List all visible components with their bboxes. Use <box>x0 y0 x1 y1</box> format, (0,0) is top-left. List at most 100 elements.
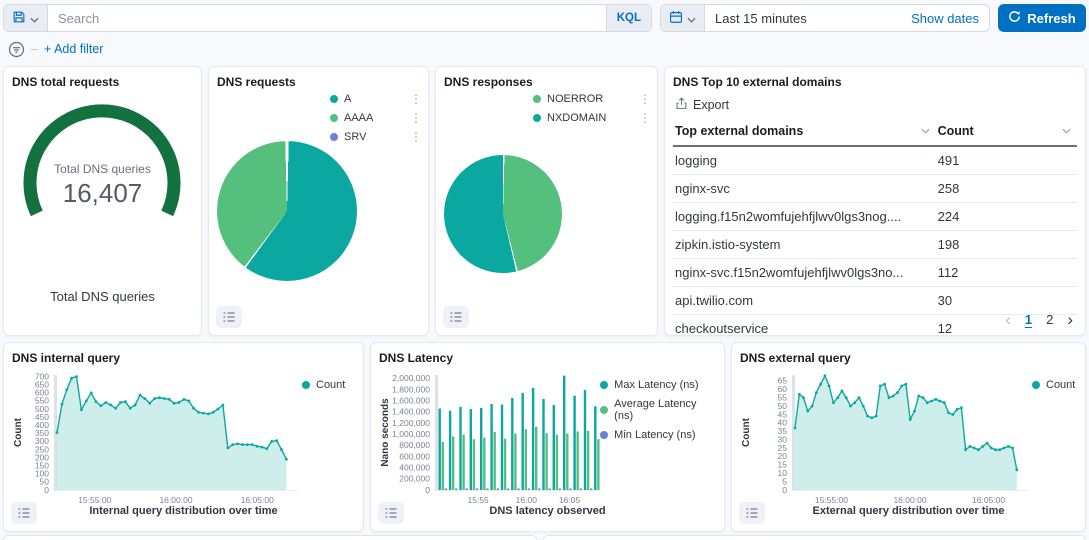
refresh-button[interactable]: Refresh <box>998 4 1086 32</box>
legend-dot <box>600 381 608 389</box>
time-picker: Last 15 minutes Show dates <box>660 4 990 32</box>
legend-actions-icon[interactable]: ⋮ <box>621 94 651 104</box>
svg-text:1,800,000: 1,800,000 <box>392 384 430 394</box>
legend-label: NXDOMAIN <box>547 112 615 124</box>
panel-title: DNS external query <box>740 351 1077 365</box>
legend-item-srv[interactable]: SRV ⋮ <box>330 131 422 143</box>
legend-label: Average Latency (ns) <box>614 398 716 422</box>
calendar-icon <box>669 10 683 27</box>
legend-toggle-button[interactable] <box>443 306 469 328</box>
svg-text:600,000: 600,000 <box>399 451 430 461</box>
table-row: nginx-svc.f15n2womfujehfjlwv0lgs3no...11… <box>673 259 1077 287</box>
legend-item-average-latency[interactable]: Average Latency (ns) <box>600 398 716 422</box>
panel-dns-total-requests: DNS total requests Total DNS queries 16,… <box>3 66 202 336</box>
legend-item-aaaa[interactable]: AAAA ⋮ <box>330 112 422 124</box>
sort-chevron-icon <box>1062 128 1071 134</box>
dashboard-page: KQL Last 15 minutes Show dates Refresh <box>0 0 1089 540</box>
legend-item-count[interactable]: Count <box>302 379 345 391</box>
table-row: logging491 <box>673 146 1077 175</box>
panel-dns-internal-query: DNS internal query 050100150200250300350… <box>3 342 364 532</box>
panel-title: DNS total requests <box>12 75 193 89</box>
legend: NOERROR ⋮ NXDOMAIN ⋮ <box>533 93 651 131</box>
panel-title: DNS Latency <box>379 351 716 365</box>
pie-chart[interactable] <box>444 155 562 273</box>
bar-chart[interactable]: 0200,000400,000600,000800,0001,000,0001,… <box>379 369 600 505</box>
legend-actions-icon[interactable]: ⋮ <box>392 94 422 104</box>
chevron-down-icon <box>30 11 39 26</box>
filter-divider <box>31 49 38 50</box>
page-1-button[interactable]: 1 <box>1025 312 1032 327</box>
calendar-button[interactable] <box>661 5 705 31</box>
panel-title: DNS internal query <box>12 351 355 365</box>
legend-item-count[interactable]: Count <box>1032 379 1075 391</box>
pie-chart[interactable] <box>217 141 357 281</box>
legend-toggle-button[interactable] <box>216 306 242 328</box>
kql-button[interactable]: KQL <box>606 5 651 31</box>
legend-dot <box>330 95 338 103</box>
legend-label: Count <box>316 379 345 391</box>
gauge-value: 16,407 <box>4 178 201 209</box>
legend-toggle-button[interactable] <box>378 502 404 524</box>
legend-dot <box>330 133 338 141</box>
panel-title: DNS responses <box>444 75 649 89</box>
legend-actions-icon[interactable]: ⋮ <box>392 113 422 123</box>
legend: Count <box>1032 369 1075 505</box>
legend-dot <box>600 431 608 439</box>
export-icon <box>675 97 688 113</box>
svg-text:16:05: 16:05 <box>559 495 581 505</box>
legend-item-max-latency[interactable]: Max Latency (ns) <box>600 379 716 391</box>
legend-item-noerror[interactable]: NOERROR ⋮ <box>533 93 651 105</box>
area-chart[interactable]: 0510152025303540455055606515:55:0016:00:… <box>740 369 1032 505</box>
x-axis-title: DNS latency observed <box>379 505 716 517</box>
svg-text:1,400,000: 1,400,000 <box>392 407 430 417</box>
legend-dot <box>330 114 338 122</box>
svg-text:700: 700 <box>35 371 49 381</box>
page-2-button[interactable]: 2 <box>1046 312 1053 327</box>
next-panel-top <box>3 535 537 540</box>
legend-item-a[interactable]: A ⋮ <box>330 93 422 105</box>
legend-toggle-button[interactable] <box>739 502 765 524</box>
svg-text:800,000: 800,000 <box>399 440 430 450</box>
legend-label: Min Latency (ns) <box>614 429 716 441</box>
time-range-value[interactable]: Last 15 minutes <box>705 5 901 31</box>
legend-actions-icon[interactable]: ⋮ <box>621 113 651 123</box>
legend-toggle-button[interactable] <box>11 502 37 524</box>
next-page-icon[interactable]: › <box>1067 313 1073 326</box>
panel-title: DNS requests <box>217 75 420 89</box>
search-input[interactable] <box>48 5 606 31</box>
svg-text:16:00: 16:00 <box>516 495 538 505</box>
svg-text:16:05:00: 16:05:00 <box>972 495 1005 505</box>
svg-text:1,200,000: 1,200,000 <box>392 418 430 428</box>
svg-text:0: 0 <box>425 485 430 495</box>
legend-label: AAAA <box>344 112 386 124</box>
legend-dot <box>533 114 541 122</box>
query-bar: KQL Last 15 minutes Show dates Refresh <box>3 4 1086 32</box>
filter-icon[interactable] <box>8 41 25 58</box>
x-axis-title: External query distribution over time <box>740 505 1077 517</box>
legend: Max Latency (ns) Average Latency (ns) Mi… <box>600 369 716 505</box>
legend-item-nxdomain[interactable]: NXDOMAIN ⋮ <box>533 112 651 124</box>
panel-title: DNS Top 10 external domains <box>673 75 1077 89</box>
column-header-domains[interactable]: Top external domains <box>673 119 936 146</box>
prev-page-icon[interactable]: ‹ <box>1005 313 1011 326</box>
svg-text:1,600,000: 1,600,000 <box>392 395 430 405</box>
column-header-count[interactable]: Count <box>936 119 1077 146</box>
legend-actions-icon[interactable]: ⋮ <box>392 132 422 142</box>
panel-dns-requests: DNS requests A ⋮ AAAA ⋮ SRV ⋮ <box>208 66 429 336</box>
svg-text:16:00:00: 16:00:00 <box>159 495 192 505</box>
show-dates-button[interactable]: Show dates <box>901 5 989 31</box>
export-button[interactable]: Export <box>675 97 729 113</box>
saved-queries-button[interactable] <box>4 5 48 31</box>
area-chart[interactable]: 0501001502002503003504004505005506006507… <box>12 369 302 505</box>
legend: Count <box>302 369 345 505</box>
chevron-down-icon <box>687 11 696 26</box>
legend-label: SRV <box>344 131 386 143</box>
svg-text:400,000: 400,000 <box>399 462 430 472</box>
svg-text:15:55: 15:55 <box>468 495 490 505</box>
pagination: ‹ 1 2 › <box>1005 312 1073 327</box>
legend-item-min-latency[interactable]: Min Latency (ns) <box>600 429 716 441</box>
panel-dns-responses: DNS responses NOERROR ⋮ NXDOMAIN ⋮ <box>435 66 658 336</box>
svg-text:15:55:00: 15:55:00 <box>78 495 111 505</box>
svg-text:16:05:00: 16:05:00 <box>241 495 274 505</box>
add-filter-button[interactable]: + Add filter <box>44 42 103 56</box>
